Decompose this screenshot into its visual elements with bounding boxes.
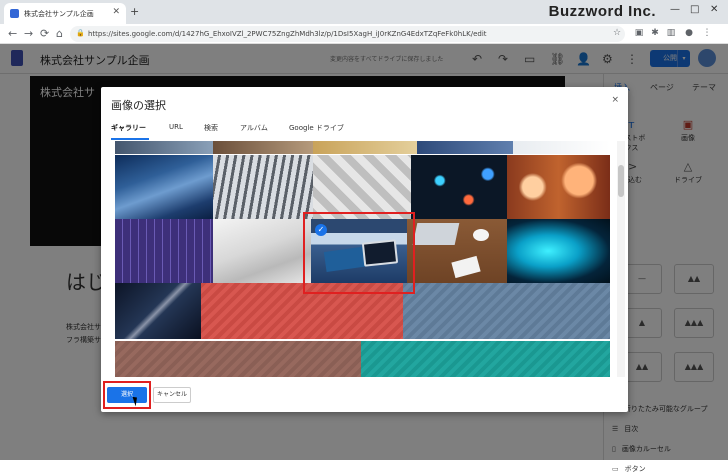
laptop-shape bbox=[412, 223, 460, 245]
cancel-button[interactable]: キャンセル bbox=[153, 387, 191, 403]
lock-icon: 🔒 bbox=[76, 29, 85, 37]
gallery-image-blue-waves[interactable] bbox=[115, 155, 213, 219]
selected-check-icon: ✓ bbox=[315, 224, 327, 236]
gallery-image-orange-bokeh[interactable] bbox=[507, 155, 610, 219]
gallery-image-stock-chart[interactable] bbox=[115, 219, 213, 283]
dialog-tabs: ギャラリー URL 検索 アルバム Google ドライブ bbox=[101, 121, 628, 141]
minimize-button[interactable]: — bbox=[670, 4, 680, 15]
gallery-image-blue-light[interactable] bbox=[507, 219, 610, 283]
button-icon: ▭ bbox=[612, 465, 619, 473]
select-button[interactable]: 選択 bbox=[107, 387, 147, 403]
gallery-image[interactable] bbox=[417, 141, 513, 154]
tab-url[interactable]: URL bbox=[169, 123, 183, 131]
url-text: https://sites.google.com/d/1427hG_EhxoIV… bbox=[88, 30, 487, 38]
button-item[interactable]: ▭ ボタン bbox=[612, 464, 646, 474]
address-bar: ← → ⟳ ⌂ 🔒 https://sites.google.com/d/142… bbox=[0, 24, 728, 44]
brand-watermark: Buzzword Inc. bbox=[548, 3, 656, 20]
gallery-image[interactable] bbox=[313, 141, 417, 154]
sidebar-icon[interactable]: ▥ bbox=[666, 28, 676, 38]
gallery-image[interactable] bbox=[513, 141, 610, 154]
gallery-image-laptop-coffee[interactable] bbox=[407, 219, 507, 283]
close-icon[interactable]: × bbox=[611, 95, 619, 105]
coffee-cup-shape bbox=[473, 229, 489, 241]
gallery-image[interactable] bbox=[115, 141, 213, 154]
new-tab-button[interactable]: + bbox=[130, 5, 139, 18]
gallery-image[interactable] bbox=[213, 141, 313, 154]
tab-google-drive[interactable]: Google ドライブ bbox=[289, 123, 344, 133]
puzzle-icon[interactable]: ✱ bbox=[650, 28, 660, 38]
tab-close-icon[interactable]: ✕ bbox=[112, 7, 120, 17]
sites-favicon-icon bbox=[10, 9, 19, 18]
tab-search[interactable]: 検索 bbox=[204, 123, 218, 133]
close-window-button[interactable]: ✕ bbox=[710, 4, 718, 15]
maximize-button[interactable]: □ bbox=[690, 4, 699, 15]
profile-icon[interactable]: ● bbox=[684, 28, 694, 38]
tab-title: 株式会社サンプル企画 bbox=[24, 10, 94, 18]
gallery-image-city-bokeh[interactable] bbox=[411, 155, 507, 219]
browser-tab[interactable]: 株式会社サンプル企画 ✕ bbox=[4, 3, 126, 24]
dialog-title: 画像の選択 bbox=[111, 99, 166, 112]
gallery-image-triangle-pattern[interactable] bbox=[313, 155, 411, 219]
forward-icon[interactable]: → bbox=[24, 27, 33, 40]
gallery-image-teal-texture[interactable] bbox=[361, 341, 610, 377]
extension-icon[interactable]: ▣ bbox=[634, 28, 644, 38]
tab-album[interactable]: アルバム bbox=[240, 123, 268, 133]
menu-icon[interactable]: ⋮ bbox=[702, 28, 712, 38]
url-field[interactable]: 🔒 https://sites.google.com/d/1427hG_Ehxo… bbox=[70, 26, 625, 42]
tab-gallery[interactable]: ギャラリー bbox=[111, 123, 146, 133]
gallery-image-night-sky[interactable] bbox=[115, 283, 201, 339]
gallery-image-desk-laptop[interactable] bbox=[213, 219, 311, 283]
paper-shape bbox=[451, 255, 481, 279]
browser-tab-bar: 株式会社サンプル企画 ✕ + Buzzword Inc. — □ ✕ bbox=[0, 0, 728, 24]
home-icon[interactable]: ⌂ bbox=[56, 27, 63, 40]
active-tab-indicator bbox=[111, 138, 149, 140]
gallery-image-brown-texture[interactable] bbox=[115, 341, 361, 377]
back-icon[interactable]: ← bbox=[8, 27, 17, 40]
gallery-image-mixing-console[interactable] bbox=[213, 155, 313, 219]
reload-icon[interactable]: ⟳ bbox=[40, 27, 49, 40]
star-icon[interactable]: ☆ bbox=[612, 28, 622, 38]
gallery-image-blue-texture[interactable] bbox=[403, 283, 610, 339]
gallery-scrollbar-thumb[interactable] bbox=[618, 165, 624, 197]
